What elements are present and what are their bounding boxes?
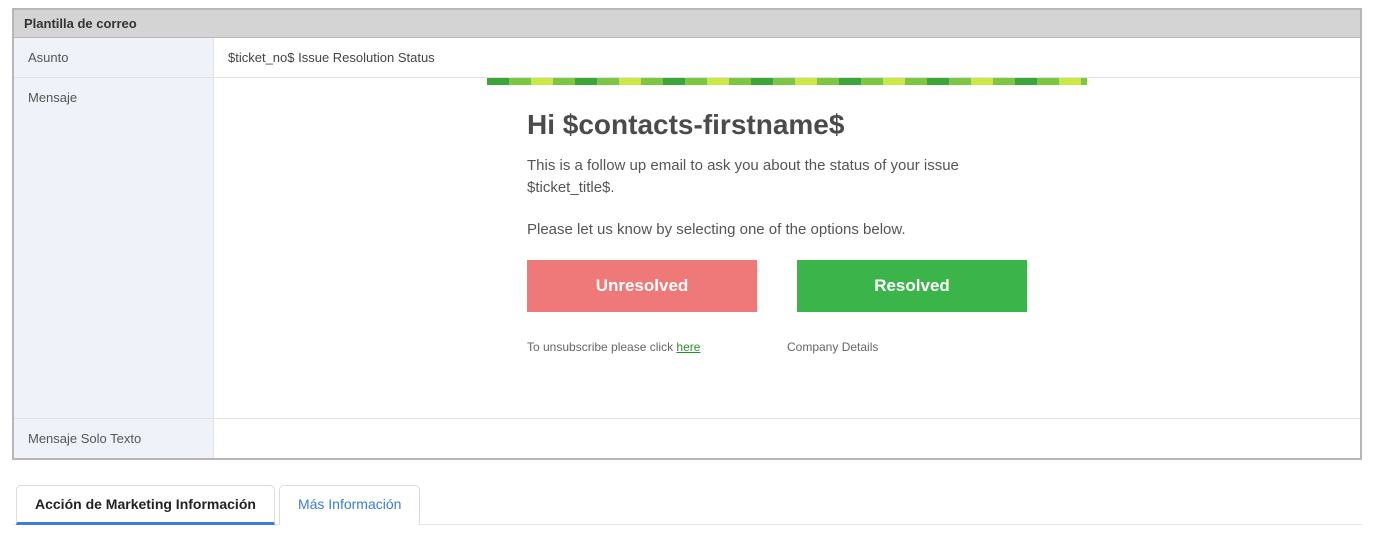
text-only-label: Mensaje Solo Texto <box>14 419 214 458</box>
resolved-button[interactable]: Resolved <box>797 260 1027 312</box>
text-only-row: Mensaje Solo Texto <box>14 419 1360 458</box>
message-editor[interactable]: Hi $contacts-firstname$ This is a follow… <box>214 78 1360 418</box>
subject-row: Asunto $ticket_no$ Issue Resolution Stat… <box>14 38 1360 78</box>
subject-value[interactable]: $ticket_no$ Issue Resolution Status <box>214 38 1360 77</box>
email-greeting: Hi $contacts-firstname$ <box>527 109 1047 141</box>
panel-title: Plantilla de correo <box>14 10 1360 38</box>
header-stripe <box>487 78 1087 85</box>
subject-label: Asunto <box>14 38 214 77</box>
tab-marketing-info[interactable]: Acción de Marketing Información <box>16 485 275 525</box>
text-only-value[interactable] <box>214 419 1360 458</box>
unsubscribe-link[interactable]: here <box>676 340 700 354</box>
tab-more-info[interactable]: Más Información <box>279 485 420 525</box>
email-preview: Hi $contacts-firstname$ This is a follow… <box>214 78 1360 418</box>
unsubscribe-text: To unsubscribe please click here <box>527 340 787 354</box>
tabs-bar: Acción de Marketing Información Más Info… <box>12 484 1362 525</box>
message-label: Mensaje <box>14 78 214 418</box>
email-template-panel: Plantilla de correo Asunto $ticket_no$ I… <box>12 8 1362 460</box>
message-row: Mensaje Hi $contacts-firstname$ This is … <box>14 78 1360 419</box>
company-details: Company Details <box>787 340 1047 354</box>
unresolved-button[interactable]: Unresolved <box>527 260 757 312</box>
email-paragraph-1: This is a follow up email to ask you abo… <box>527 155 1047 199</box>
unsubscribe-prefix: To unsubscribe please click <box>527 340 676 354</box>
email-paragraph-2: Please let us know by selecting one of t… <box>527 219 1047 241</box>
